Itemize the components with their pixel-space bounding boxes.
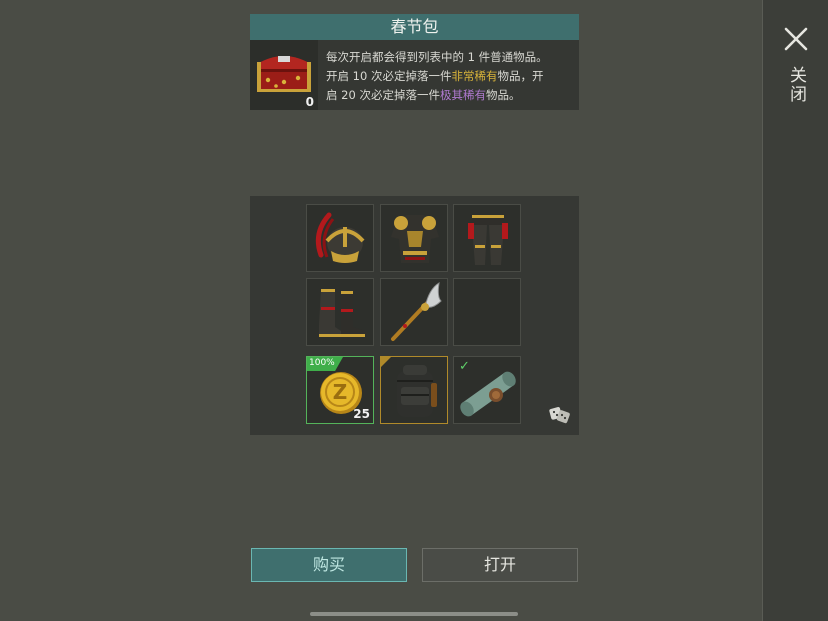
close-icon[interactable] bbox=[779, 22, 813, 56]
info-panel: 0 每次开启都会得到列表中的 1 件普通物品。 开启 10 次必定掉落一件非常稀… bbox=[250, 40, 579, 110]
item-grid: Z 100% 25 ✓ bbox=[250, 196, 579, 435]
svg-text:Z: Z bbox=[333, 380, 348, 404]
armored-pants-icon bbox=[468, 215, 508, 265]
open-button[interactable]: 打开 bbox=[422, 548, 578, 582]
armored-boots-icon bbox=[319, 289, 365, 337]
dialog-title: 春节包 bbox=[250, 14, 579, 40]
item-slot-armor[interactable] bbox=[380, 204, 448, 272]
item-slot-scroll[interactable]: ✓ bbox=[453, 356, 521, 424]
line2-post: 物品，开 bbox=[497, 69, 544, 83]
item-slot-empty bbox=[453, 278, 521, 346]
item-slot-helmet[interactable] bbox=[306, 204, 374, 272]
line3-post: 物品。 bbox=[485, 88, 521, 102]
item-slot-glaive[interactable] bbox=[380, 278, 448, 346]
chest-slot: 0 bbox=[250, 40, 318, 110]
rarity-rare-label: 非常稀有 bbox=[451, 69, 498, 83]
coin-count: 25 bbox=[353, 407, 370, 421]
description: 每次开启都会得到列表中的 1 件普通物品。 开启 10 次必定掉落一件非常稀有物… bbox=[326, 48, 576, 105]
description-line-3: 启 20 次必定掉落一件极其稀有物品。 bbox=[326, 86, 576, 105]
right-sidebar: 关闭 bbox=[762, 0, 828, 621]
description-line-1: 每次开启都会得到列表中的 1 件普通物品。 bbox=[326, 50, 548, 64]
line2-pre: 开启 10 次必定掉落一件 bbox=[326, 69, 452, 83]
line3-pre: 启 20 次必定掉落一件 bbox=[326, 88, 440, 102]
close-label[interactable]: 关闭 bbox=[785, 66, 807, 104]
description-line-2: 开启 10 次必定掉落一件非常稀有物品，开 bbox=[326, 67, 576, 86]
rarity-epic-label: 极其稀有 bbox=[439, 88, 486, 102]
dice-icon[interactable] bbox=[548, 402, 572, 426]
item-slot-coin[interactable]: Z 100% 25 bbox=[306, 356, 374, 424]
backpack-icon bbox=[381, 357, 437, 417]
item-slot-backpack[interactable] bbox=[380, 356, 448, 424]
chest-count: 0 bbox=[305, 95, 314, 109]
plumed-helmet-icon bbox=[315, 212, 365, 263]
check-icon: ✓ bbox=[459, 359, 470, 374]
home-indicator[interactable] bbox=[310, 612, 518, 616]
item-slot-boots[interactable] bbox=[306, 278, 374, 346]
item-slot-pants[interactable] bbox=[453, 204, 521, 272]
guandao-glaive-icon bbox=[391, 282, 442, 341]
buy-button[interactable]: 购买 bbox=[251, 548, 407, 582]
ornate-armor-icon bbox=[391, 215, 439, 263]
